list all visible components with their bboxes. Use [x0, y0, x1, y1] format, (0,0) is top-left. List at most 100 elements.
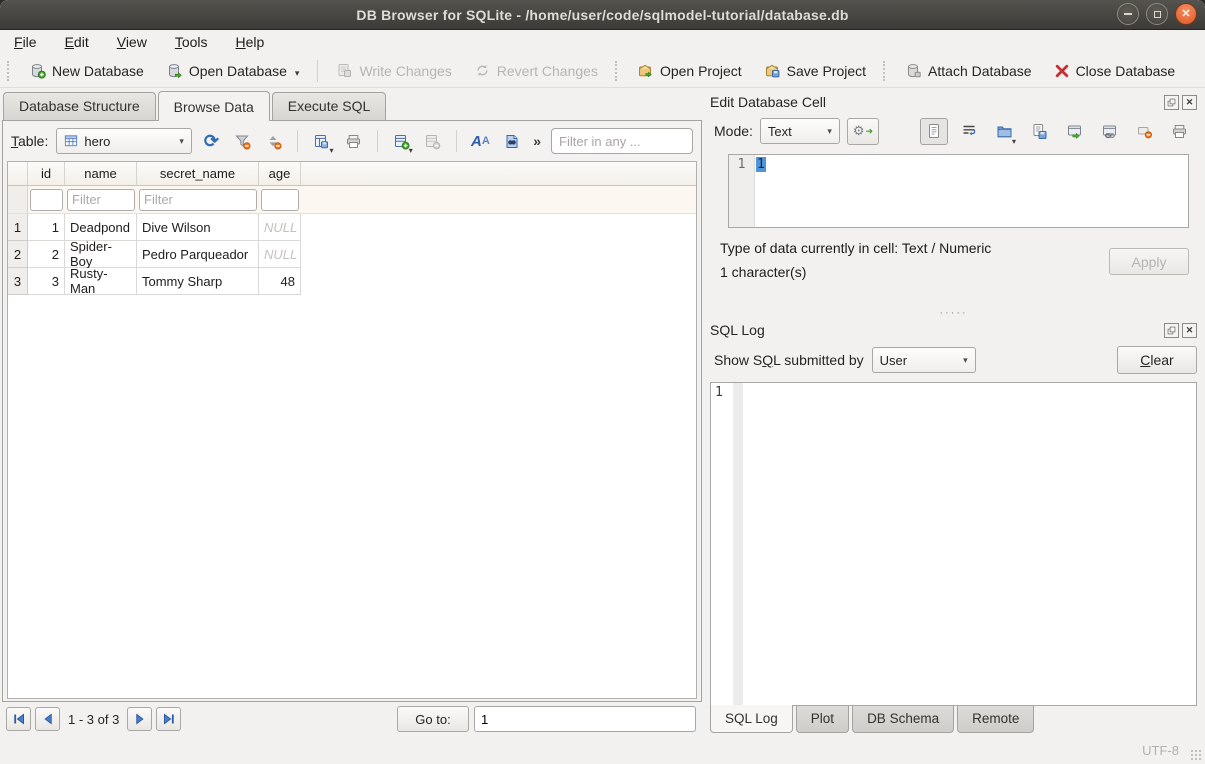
close-panel-button[interactable]: ✕ — [1182, 95, 1197, 110]
menu-file[interactable]: File — [14, 34, 37, 50]
close-panel-button[interactable]: ✕ — [1182, 323, 1197, 338]
tab-remote[interactable]: Remote — [957, 706, 1034, 733]
filter-input-secret-name[interactable] — [139, 189, 257, 211]
link-icon — [1101, 123, 1118, 140]
write-changes-button[interactable]: Write Changes — [328, 58, 459, 83]
cell-secret-name[interactable]: Dive Wilson — [137, 214, 259, 241]
print-table-button[interactable] — [342, 128, 365, 154]
mode-select[interactable]: Text ▾ — [760, 118, 840, 144]
open-database-dropdown-icon[interactable]: ▾ — [295, 68, 300, 79]
column-header-id[interactable]: id — [28, 162, 65, 186]
sql-log-content[interactable] — [743, 383, 1196, 705]
auto-switch-mode-button[interactable]: ⚙➜ — [847, 118, 879, 145]
cell-secret-name[interactable]: Tommy Sharp — [137, 268, 259, 295]
filter-row-corner — [8, 186, 28, 214]
attach-database-button[interactable]: Attach Database — [897, 58, 1040, 83]
close-button[interactable]: ✕ — [1175, 3, 1197, 25]
cell-name[interactable]: Spider-Boy — [65, 241, 137, 268]
goto-input[interactable] — [474, 706, 696, 732]
resize-grip[interactable] — [1190, 749, 1203, 762]
import-cell-data-button[interactable] — [990, 118, 1018, 145]
new-database-button[interactable]: New Database — [21, 58, 152, 83]
clear-button[interactable]: Clear — [1117, 346, 1197, 374]
column-header-name[interactable]: name — [65, 162, 137, 186]
sql-log-editor[interactable]: 1 — [710, 382, 1197, 706]
cell-id[interactable]: 1 — [28, 214, 65, 241]
open-database-button[interactable]: Open Database ▾ — [158, 58, 308, 83]
menu-tools[interactable]: Tools — [175, 34, 208, 50]
cell-name[interactable]: Rusty-Man — [65, 268, 137, 295]
find-in-table-button[interactable] — [500, 128, 523, 154]
goto-button[interactable]: Go to: — [397, 706, 469, 732]
minimize-button[interactable] — [1117, 3, 1139, 25]
export-cell-data-button[interactable] — [1025, 118, 1053, 145]
revert-changes-button[interactable]: Revert Changes — [466, 58, 606, 83]
tab-database-structure[interactable]: Database Structure — [3, 92, 156, 120]
previous-record-button[interactable] — [35, 707, 60, 731]
document-icon — [926, 123, 942, 139]
browse-data-area: Database Structure Browse Data Execute S… — [0, 88, 704, 736]
sql-source-select[interactable]: User ▾ — [872, 347, 976, 373]
row-header[interactable]: 2 — [8, 241, 28, 268]
close-database-button[interactable]: Close Database — [1046, 59, 1184, 83]
cell-name[interactable]: Deadpond — [65, 214, 137, 241]
splitter-handle[interactable]: ····· — [708, 308, 1199, 318]
grid-corner[interactable] — [8, 162, 28, 186]
toolbar-extension-icon[interactable]: » — [533, 133, 541, 149]
cell-age[interactable]: 48 — [259, 268, 301, 295]
float-panel-button[interactable] — [1164, 323, 1179, 338]
tab-db-schema[interactable]: DB Schema — [852, 706, 954, 733]
toolbar-separator — [297, 130, 298, 152]
column-header-age[interactable]: age — [259, 162, 301, 186]
menu-edit[interactable]: Edit — [65, 34, 89, 50]
cell-id[interactable]: 3 — [28, 268, 65, 295]
apply-data-button[interactable] — [1060, 118, 1088, 145]
titlebar[interactable]: DB Browser for SQLite - /home/user/code/… — [0, 0, 1205, 30]
caret-down-icon: ▾ — [179, 136, 184, 147]
close-icon: ✕ — [1181, 9, 1190, 20]
text-mode-button[interactable] — [920, 118, 948, 145]
table-select[interactable]: hero ▾ — [56, 128, 192, 154]
save-project-button[interactable]: Save Project — [756, 58, 874, 83]
menu-help[interactable]: Help — [236, 34, 265, 50]
cell-id[interactable]: 2 — [28, 241, 65, 268]
row-header[interactable]: 3 — [8, 268, 28, 295]
cell-age[interactable]: NULL — [259, 214, 301, 241]
first-record-button[interactable] — [6, 707, 31, 731]
delete-record-button[interactable] — [421, 128, 444, 154]
float-panel-button[interactable] — [1164, 95, 1179, 110]
next-record-button[interactable] — [127, 707, 152, 731]
link-button[interactable] — [1095, 118, 1123, 145]
data-grid[interactable]: id name secret_name age 1 1 Deadpon — [7, 161, 697, 699]
clear-sorting-button[interactable] — [262, 128, 285, 154]
apply-button[interactable]: Apply — [1109, 248, 1189, 275]
tab-execute-sql[interactable]: Execute SQL — [272, 92, 387, 120]
tab-sql-log[interactable]: SQL Log — [710, 705, 793, 733]
edit-cell-titlebar[interactable]: Edit Database Cell ✕ — [708, 90, 1199, 112]
tab-plot[interactable]: Plot — [796, 706, 849, 733]
cell-editor[interactable]: 1 1 — [728, 154, 1189, 228]
set-null-button[interactable] — [1130, 118, 1158, 145]
filter-input-id[interactable] — [30, 189, 63, 211]
display-format-button[interactable]: AA — [469, 128, 492, 154]
maximize-button[interactable] — [1146, 3, 1168, 25]
save-table-button[interactable] — [310, 128, 333, 154]
refresh-button[interactable]: ⟳ — [200, 128, 223, 154]
word-wrap-button[interactable] — [955, 118, 983, 145]
cell-secret-name[interactable]: Pedro Parqueador — [137, 241, 259, 268]
clear-filters-button[interactable] — [231, 128, 254, 154]
filter-input-name[interactable] — [67, 189, 135, 211]
cell-editor-content[interactable]: 1 — [756, 157, 766, 172]
print-cell-button[interactable] — [1165, 118, 1193, 145]
insert-record-button[interactable] — [390, 128, 413, 154]
filter-input-age[interactable] — [261, 189, 299, 211]
column-header-secret-name[interactable]: secret_name — [137, 162, 259, 186]
filter-any-input[interactable] — [551, 128, 693, 154]
tab-browse-data[interactable]: Browse Data — [158, 91, 270, 121]
open-project-button[interactable]: Open Project — [629, 58, 750, 83]
menu-view[interactable]: View — [117, 34, 147, 50]
last-record-button[interactable] — [156, 707, 181, 731]
sql-log-titlebar[interactable]: SQL Log ✕ — [708, 318, 1199, 340]
row-header[interactable]: 1 — [8, 214, 28, 241]
cell-age[interactable]: NULL — [259, 241, 301, 268]
